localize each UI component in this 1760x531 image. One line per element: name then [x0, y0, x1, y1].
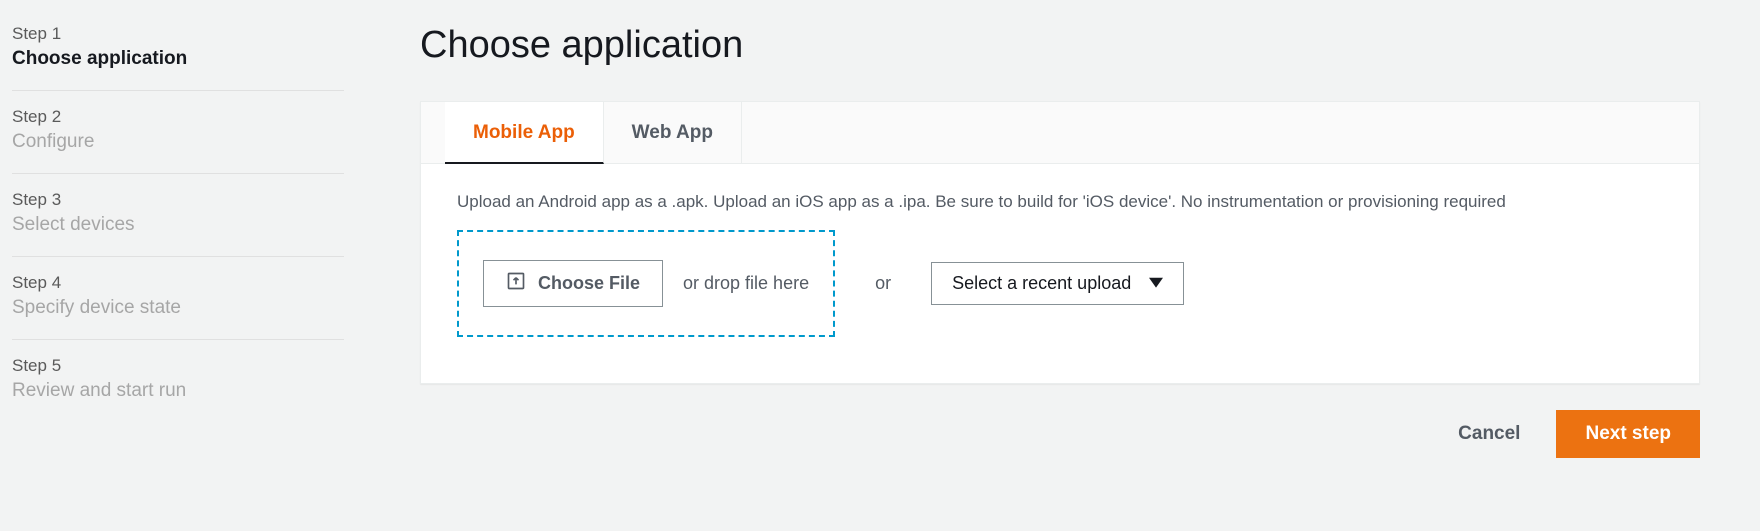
tab-mobile-app[interactable]: Mobile App — [445, 102, 604, 164]
step-label: Step 2 — [12, 107, 344, 127]
step-5[interactable]: Step 5 Review and start run — [12, 356, 344, 422]
step-label: Step 3 — [12, 190, 344, 210]
choose-file-button[interactable]: Choose File — [483, 260, 663, 307]
step-label: Step 5 — [12, 356, 344, 376]
step-title: Configure — [12, 131, 344, 153]
step-4[interactable]: Step 4 Specify device state — [12, 273, 344, 340]
drop-file-text: or drop file here — [683, 273, 809, 294]
next-step-button[interactable]: Next step — [1556, 410, 1700, 458]
footer-buttons: Cancel Next step — [420, 410, 1700, 458]
choose-file-label: Choose File — [538, 273, 640, 294]
step-title: Specify device state — [12, 297, 344, 319]
step-title: Review and start run — [12, 380, 344, 402]
step-label: Step 1 — [12, 24, 344, 44]
step-3[interactable]: Step 3 Select devices — [12, 190, 344, 257]
step-title: Select devices — [12, 214, 344, 236]
page-title: Choose application — [420, 24, 1700, 67]
recent-upload-select[interactable]: Select a recent upload — [931, 262, 1184, 305]
panel-body: Upload an Android app as a .apk. Upload … — [421, 164, 1699, 383]
cancel-button[interactable]: Cancel — [1450, 411, 1528, 457]
upload-icon — [506, 271, 526, 296]
upload-help-text: Upload an Android app as a .apk. Upload … — [457, 192, 1663, 212]
application-panel: Mobile App Web App Upload an Android app… — [420, 101, 1700, 384]
step-2[interactable]: Step 2 Configure — [12, 107, 344, 174]
file-dropzone[interactable]: Choose File or drop file here — [457, 230, 835, 337]
main-content: Choose application Mobile App Web App Up… — [360, 0, 1760, 531]
step-label: Step 4 — [12, 273, 344, 293]
step-title: Choose application — [12, 48, 344, 70]
caret-down-icon — [1149, 273, 1163, 294]
upload-row: Choose File or drop file here or Select … — [457, 230, 1663, 337]
or-separator: or — [875, 273, 891, 294]
tab-web-app[interactable]: Web App — [604, 102, 742, 163]
wizard-sidebar: Step 1 Choose application Step 2 Configu… — [0, 0, 360, 531]
step-1[interactable]: Step 1 Choose application — [12, 24, 344, 91]
tab-bar: Mobile App Web App — [421, 102, 1699, 164]
select-label: Select a recent upload — [952, 273, 1131, 294]
